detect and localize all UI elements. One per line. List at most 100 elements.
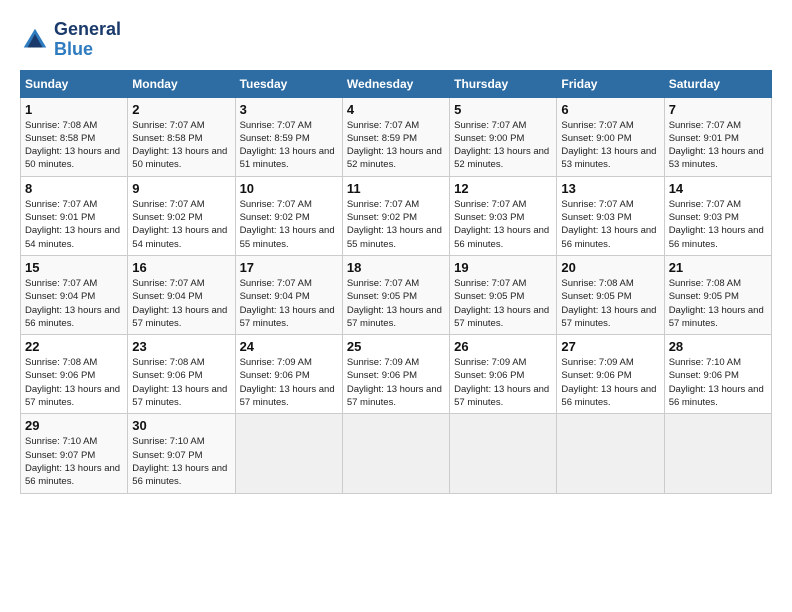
day-info: Sunrise: 7:07 AM Sunset: 8:58 PM Dayligh… [132,119,230,172]
calendar-cell: 13 Sunrise: 7:07 AM Sunset: 9:03 PM Dayl… [557,176,664,255]
col-saturday: Saturday [664,70,771,97]
day-number: 3 [240,102,338,117]
day-info: Sunrise: 7:08 AM Sunset: 9:06 PM Dayligh… [25,356,123,409]
calendar-cell: 1 Sunrise: 7:08 AM Sunset: 8:58 PM Dayli… [21,97,128,176]
calendar-cell: 15 Sunrise: 7:07 AM Sunset: 9:04 PM Dayl… [21,255,128,334]
day-number: 23 [132,339,230,354]
day-number: 27 [561,339,659,354]
calendar-cell: 4 Sunrise: 7:07 AM Sunset: 8:59 PM Dayli… [342,97,449,176]
day-info: Sunrise: 7:07 AM Sunset: 9:02 PM Dayligh… [347,198,445,251]
calendar-cell: 28 Sunrise: 7:10 AM Sunset: 9:06 PM Dayl… [664,335,771,414]
calendar-cell: 6 Sunrise: 7:07 AM Sunset: 9:00 PM Dayli… [557,97,664,176]
calendar-cell: 24 Sunrise: 7:09 AM Sunset: 9:06 PM Dayl… [235,335,342,414]
day-info: Sunrise: 7:07 AM Sunset: 9:05 PM Dayligh… [347,277,445,330]
calendar-cell: 11 Sunrise: 7:07 AM Sunset: 9:02 PM Dayl… [342,176,449,255]
day-number: 7 [669,102,767,117]
calendar-cell: 7 Sunrise: 7:07 AM Sunset: 9:01 PM Dayli… [664,97,771,176]
day-number: 29 [25,418,123,433]
day-info: Sunrise: 7:07 AM Sunset: 9:03 PM Dayligh… [561,198,659,251]
logo-text: General Blue [54,20,121,60]
day-number: 18 [347,260,445,275]
day-number: 16 [132,260,230,275]
calendar-cell: 5 Sunrise: 7:07 AM Sunset: 9:00 PM Dayli… [450,97,557,176]
calendar-cell: 14 Sunrise: 7:07 AM Sunset: 9:03 PM Dayl… [664,176,771,255]
calendar-week-row-2: 8 Sunrise: 7:07 AM Sunset: 9:01 PM Dayli… [21,176,772,255]
calendar-cell [235,414,342,493]
col-sunday: Sunday [21,70,128,97]
day-info: Sunrise: 7:07 AM Sunset: 9:01 PM Dayligh… [669,119,767,172]
day-info: Sunrise: 7:07 AM Sunset: 9:03 PM Dayligh… [454,198,552,251]
day-number: 20 [561,260,659,275]
calendar-cell [557,414,664,493]
day-number: 4 [347,102,445,117]
day-info: Sunrise: 7:07 AM Sunset: 9:01 PM Dayligh… [25,198,123,251]
day-info: Sunrise: 7:07 AM Sunset: 9:05 PM Dayligh… [454,277,552,330]
day-info: Sunrise: 7:07 AM Sunset: 9:04 PM Dayligh… [25,277,123,330]
calendar-cell: 29 Sunrise: 7:10 AM Sunset: 9:07 PM Dayl… [21,414,128,493]
day-info: Sunrise: 7:07 AM Sunset: 9:03 PM Dayligh… [669,198,767,251]
day-info: Sunrise: 7:07 AM Sunset: 9:00 PM Dayligh… [561,119,659,172]
day-number: 2 [132,102,230,117]
day-info: Sunrise: 7:07 AM Sunset: 9:04 PM Dayligh… [240,277,338,330]
col-monday: Monday [128,70,235,97]
day-info: Sunrise: 7:07 AM Sunset: 9:00 PM Dayligh… [454,119,552,172]
col-friday: Friday [557,70,664,97]
day-info: Sunrise: 7:08 AM Sunset: 9:05 PM Dayligh… [561,277,659,330]
calendar-cell: 2 Sunrise: 7:07 AM Sunset: 8:58 PM Dayli… [128,97,235,176]
day-info: Sunrise: 7:07 AM Sunset: 9:04 PM Dayligh… [132,277,230,330]
calendar-cell: 27 Sunrise: 7:09 AM Sunset: 9:06 PM Dayl… [557,335,664,414]
calendar-cell: 25 Sunrise: 7:09 AM Sunset: 9:06 PM Dayl… [342,335,449,414]
day-number: 8 [25,181,123,196]
day-info: Sunrise: 7:08 AM Sunset: 8:58 PM Dayligh… [25,119,123,172]
day-number: 13 [561,181,659,196]
day-number: 21 [669,260,767,275]
calendar-week-row-1: 1 Sunrise: 7:08 AM Sunset: 8:58 PM Dayli… [21,97,772,176]
day-info: Sunrise: 7:09 AM Sunset: 9:06 PM Dayligh… [347,356,445,409]
col-thursday: Thursday [450,70,557,97]
calendar-cell: 10 Sunrise: 7:07 AM Sunset: 9:02 PM Dayl… [235,176,342,255]
calendar-week-row-5: 29 Sunrise: 7:10 AM Sunset: 9:07 PM Dayl… [21,414,772,493]
calendar-cell: 18 Sunrise: 7:07 AM Sunset: 9:05 PM Dayl… [342,255,449,334]
calendar-week-row-3: 15 Sunrise: 7:07 AM Sunset: 9:04 PM Dayl… [21,255,772,334]
calendar-cell [450,414,557,493]
calendar-cell: 22 Sunrise: 7:08 AM Sunset: 9:06 PM Dayl… [21,335,128,414]
day-info: Sunrise: 7:10 AM Sunset: 9:06 PM Dayligh… [669,356,767,409]
day-number: 15 [25,260,123,275]
day-info: Sunrise: 7:07 AM Sunset: 8:59 PM Dayligh… [240,119,338,172]
logo: General Blue [20,20,121,60]
calendar-cell: 8 Sunrise: 7:07 AM Sunset: 9:01 PM Dayli… [21,176,128,255]
calendar-week-row-4: 22 Sunrise: 7:08 AM Sunset: 9:06 PM Dayl… [21,335,772,414]
day-info: Sunrise: 7:08 AM Sunset: 9:06 PM Dayligh… [132,356,230,409]
day-info: Sunrise: 7:07 AM Sunset: 8:59 PM Dayligh… [347,119,445,172]
calendar: Sunday Monday Tuesday Wednesday Thursday… [20,70,772,494]
day-number: 11 [347,181,445,196]
day-info: Sunrise: 7:08 AM Sunset: 9:05 PM Dayligh… [669,277,767,330]
calendar-cell: 9 Sunrise: 7:07 AM Sunset: 9:02 PM Dayli… [128,176,235,255]
day-number: 1 [25,102,123,117]
calendar-header-row: Sunday Monday Tuesday Wednesday Thursday… [21,70,772,97]
col-tuesday: Tuesday [235,70,342,97]
day-info: Sunrise: 7:09 AM Sunset: 9:06 PM Dayligh… [561,356,659,409]
calendar-cell: 23 Sunrise: 7:08 AM Sunset: 9:06 PM Dayl… [128,335,235,414]
calendar-cell: 26 Sunrise: 7:09 AM Sunset: 9:06 PM Dayl… [450,335,557,414]
day-number: 25 [347,339,445,354]
day-info: Sunrise: 7:09 AM Sunset: 9:06 PM Dayligh… [240,356,338,409]
calendar-cell: 16 Sunrise: 7:07 AM Sunset: 9:04 PM Dayl… [128,255,235,334]
calendar-cell: 17 Sunrise: 7:07 AM Sunset: 9:04 PM Dayl… [235,255,342,334]
day-number: 14 [669,181,767,196]
day-number: 12 [454,181,552,196]
day-info: Sunrise: 7:10 AM Sunset: 9:07 PM Dayligh… [25,435,123,488]
calendar-cell: 12 Sunrise: 7:07 AM Sunset: 9:03 PM Dayl… [450,176,557,255]
day-info: Sunrise: 7:10 AM Sunset: 9:07 PM Dayligh… [132,435,230,488]
col-wednesday: Wednesday [342,70,449,97]
day-number: 19 [454,260,552,275]
calendar-cell: 20 Sunrise: 7:08 AM Sunset: 9:05 PM Dayl… [557,255,664,334]
day-number: 30 [132,418,230,433]
day-number: 17 [240,260,338,275]
day-number: 22 [25,339,123,354]
day-number: 5 [454,102,552,117]
day-number: 26 [454,339,552,354]
calendar-cell [664,414,771,493]
calendar-cell: 19 Sunrise: 7:07 AM Sunset: 9:05 PM Dayl… [450,255,557,334]
calendar-cell: 21 Sunrise: 7:08 AM Sunset: 9:05 PM Dayl… [664,255,771,334]
